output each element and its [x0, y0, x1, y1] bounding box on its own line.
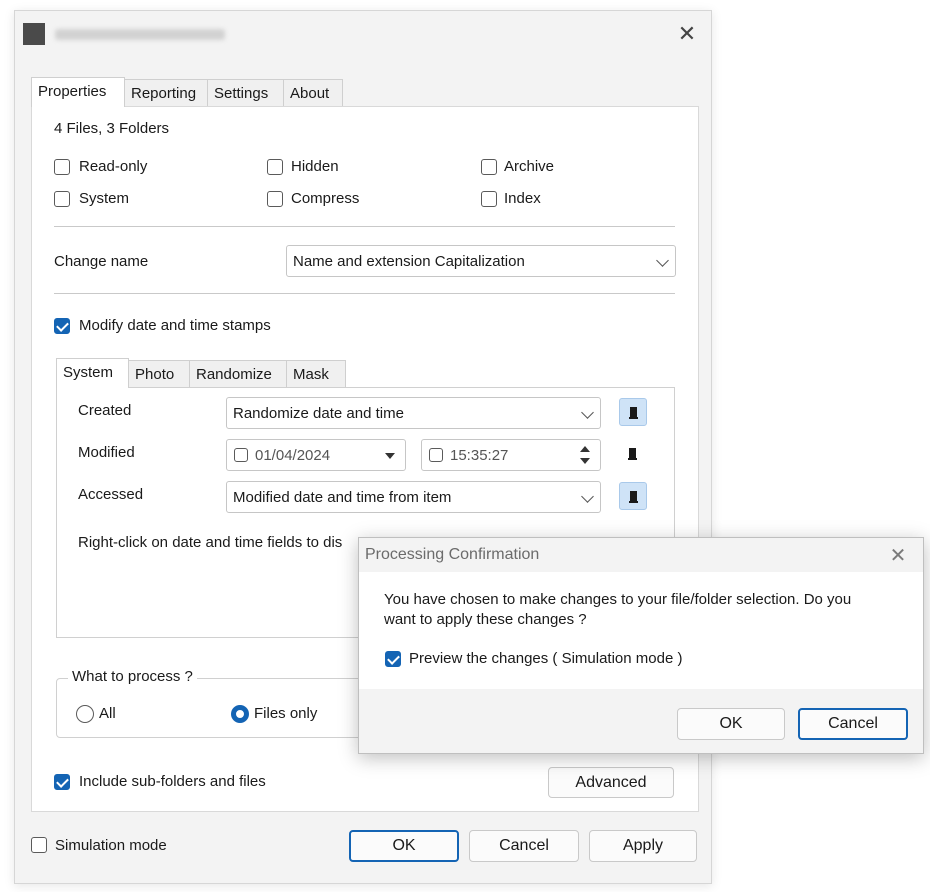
modified-apply-button[interactable] [619, 440, 647, 468]
process-all-label: All [99, 705, 116, 722]
read-only-checkbox[interactable] [54, 159, 70, 175]
process-files-only-radio[interactable] [231, 705, 249, 723]
date-hint-text: Right-click on date and time fields to d… [78, 534, 343, 551]
simulation-mode-checkbox[interactable] [31, 837, 47, 853]
dropdown-arrow-icon [385, 453, 395, 459]
change-name-value: Name and extension Capitalization [293, 253, 525, 270]
tab-system[interactable]: System [56, 358, 129, 388]
divider [54, 293, 675, 294]
ok-button[interactable]: OK [349, 830, 459, 862]
tab-mask[interactable]: Mask [286, 360, 346, 388]
selection-summary: 4 Files, 3 Folders [54, 120, 170, 137]
modify-dates-label: Modify date and time stamps [79, 317, 271, 334]
compress-checkbox[interactable] [267, 191, 283, 207]
modified-date-picker[interactable]: 01/04/2024 [226, 439, 406, 471]
hidden-checkbox[interactable] [267, 159, 283, 175]
modified-label: Modified [78, 444, 135, 461]
chevron-down-icon [581, 490, 594, 503]
dialog-close-icon[interactable]: ✕ [886, 543, 910, 567]
tab-properties[interactable]: Properties [31, 77, 125, 107]
tab-photo[interactable]: Photo [128, 360, 190, 388]
chevron-down-icon [581, 406, 594, 419]
dialog-message-line2: want to apply these changes ? [384, 611, 587, 628]
simulation-mode-label: Simulation mode [55, 837, 167, 854]
processing-confirmation-dialog: Processing Confirmation ✕ You have chose… [358, 537, 924, 754]
dialog-ok-button[interactable]: OK [677, 708, 785, 740]
system-label: System [79, 190, 130, 207]
app-icon [23, 23, 45, 45]
preview-changes-label: Preview the changes ( Simulation mode ) [409, 650, 683, 667]
spin-up-icon[interactable] [580, 446, 590, 452]
process-all-radio[interactable] [76, 705, 94, 723]
modified-date-checkbox[interactable] [234, 448, 248, 462]
accessed-value: Modified date and time from item [233, 489, 452, 506]
accessed-apply-button[interactable] [619, 482, 647, 510]
read-only-label: Read-only [79, 158, 148, 175]
created-value: Randomize date and time [233, 405, 404, 422]
hidden-label: Hidden [291, 158, 339, 175]
modify-dates-checkbox[interactable] [54, 318, 70, 334]
tab-about[interactable]: About [283, 79, 343, 107]
modified-time-value: 15:35:27 [450, 447, 509, 464]
change-name-label: Change name [54, 253, 149, 270]
tab-randomize[interactable]: Randomize [189, 360, 287, 388]
dialog-title: Processing Confirmation [365, 546, 540, 563]
created-label: Created [78, 402, 132, 419]
modified-time-picker[interactable]: 15:35:27 [421, 439, 601, 471]
created-dropdown[interactable]: Randomize date and time [226, 397, 601, 429]
close-icon[interactable]: ✕ [675, 22, 699, 47]
index-label: Index [504, 190, 541, 207]
chevron-down-icon [656, 254, 669, 267]
preview-changes-checkbox[interactable] [385, 651, 401, 667]
accessed-label: Accessed [78, 486, 144, 503]
tab-reporting[interactable]: Reporting [124, 79, 208, 107]
set-icon [628, 448, 637, 460]
apply-button[interactable]: Apply [589, 830, 697, 862]
change-name-dropdown[interactable]: Name and extension Capitalization [286, 245, 676, 277]
spin-down-icon[interactable] [580, 458, 590, 464]
archive-checkbox[interactable] [481, 159, 497, 175]
modified-date-value: 01/04/2024 [255, 447, 331, 464]
compress-label: Compress [291, 190, 360, 207]
include-subfolders-label: Include sub-folders and files [79, 773, 266, 790]
set-icon [629, 491, 638, 503]
tab-settings[interactable]: Settings [207, 79, 284, 107]
accessed-dropdown[interactable]: Modified date and time from item [226, 481, 601, 513]
dialog-message-line1: You have chosen to make changes to your … [384, 591, 852, 608]
cancel-button[interactable]: Cancel [469, 830, 579, 862]
system-checkbox[interactable] [54, 191, 70, 207]
created-apply-button[interactable] [619, 398, 647, 426]
include-subfolders-checkbox[interactable] [54, 774, 70, 790]
index-checkbox[interactable] [481, 191, 497, 207]
process-files-only-label: Files only [254, 705, 318, 722]
archive-label: Archive [504, 158, 555, 175]
advanced-button[interactable]: Advanced [548, 767, 674, 798]
window-title-redacted [55, 29, 225, 40]
set-icon [629, 407, 638, 419]
dialog-cancel-button[interactable]: Cancel [798, 708, 908, 740]
divider [54, 226, 675, 227]
modified-time-checkbox[interactable] [429, 448, 443, 462]
dialog-body: You have chosen to make changes to your … [359, 572, 923, 689]
what-to-process-label: What to process ? [68, 668, 197, 685]
